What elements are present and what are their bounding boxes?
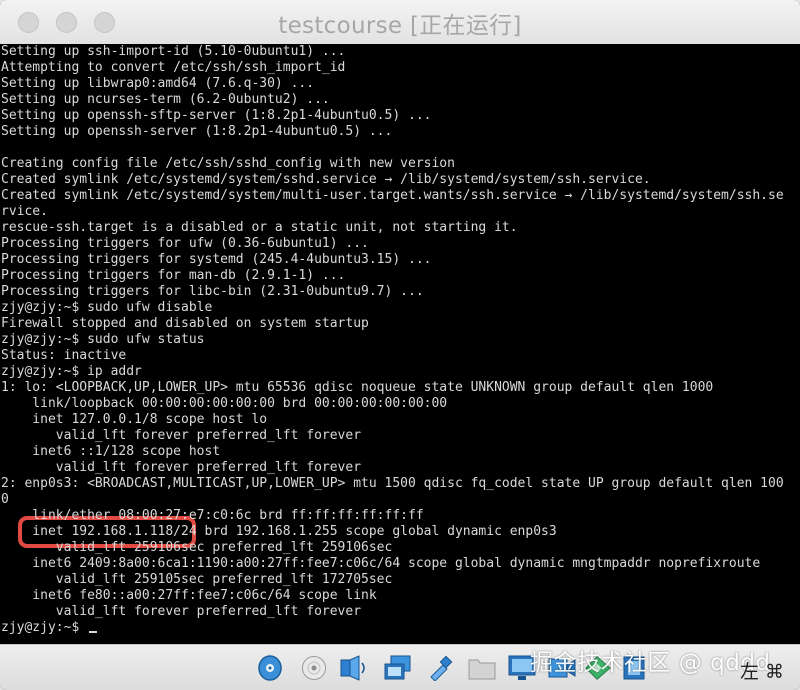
terminal-line: valid_lft forever preferred_lft forever: [1, 604, 362, 619]
terminal-line: Processing triggers for man-db (2.9.1-1)…: [1, 268, 346, 283]
hard-disk-icon[interactable]: [256, 654, 284, 682]
terminal-line: Processing triggers for libc-bin (2.31-0…: [1, 284, 424, 299]
shared-folders-icon[interactable]: [468, 654, 496, 682]
terminal-line: inet6 fe80::a00:27ff:fee7:c06c/64 scope …: [1, 588, 377, 603]
terminal-line: valid_lft 259105sec preferred_lft 172705…: [1, 572, 393, 587]
optical-drive-icon[interactable]: [300, 654, 328, 682]
terminal-line: valid_lft 259106sec preferred_lft 259106…: [1, 540, 393, 555]
terminal-line: Setting up openssh-server (1:8.2p1-4ubun…: [1, 124, 393, 139]
terminal-line: valid_lft forever preferred_lft forever: [1, 428, 362, 443]
terminal-line: zjy@zjy:~$ ip addr: [1, 364, 142, 379]
terminal-line: link/loopback 00:00:00:00:00:00 brd 00:0…: [1, 396, 448, 411]
terminal-line: inet 192.168.1.118/24 brd 192.168.1.255 …: [1, 524, 557, 539]
terminal-line: Created symlink /etc/systemd/system/sshd…: [1, 172, 651, 187]
window-title: testcourse [正在运行]: [278, 13, 522, 39]
terminal-line: 0: [1, 492, 9, 507]
terminal-line: rescue-ssh.target is a disabled or a sta…: [1, 220, 518, 235]
usb-icon[interactable]: [426, 654, 454, 682]
terminal-line: zjy@zjy:~$ sudo ufw status: [1, 332, 205, 347]
terminal-line: Processing triggers for systemd (245.4-4…: [1, 252, 432, 267]
terminal-line: Firewall stopped and disabled on system …: [1, 316, 369, 331]
terminal-line: Setting up ssh-import-id (5.10-0ubuntu1)…: [1, 44, 346, 59]
terminal-line: valid_lft forever preferred_lft forever: [1, 460, 362, 475]
status-bar: 掘金技术社区 @ qddd 左 ⌘: [0, 644, 800, 690]
network-icon[interactable]: [384, 654, 412, 682]
terminal-line: rvice.: [1, 204, 48, 219]
terminal-line: zjy@zjy:~$: [1, 620, 98, 636]
terminal-line: Created symlink /etc/systemd/system/mult…: [1, 188, 784, 203]
watermark-text: 掘金技术社区 @ qddd: [530, 650, 771, 676]
terminal-line: Processing triggers for ufw (0.36-6ubunt…: [1, 236, 369, 251]
terminal-line: Setting up libwrap0:amd64 (7.6.q-30) ...: [1, 76, 315, 91]
terminal-line: inet6 ::1/128 scope host: [1, 444, 221, 459]
terminal-line: 2: enp0s3: <BROADCAST,MULTICAST,UP,LOWER…: [1, 476, 784, 491]
terminal-cursor: [89, 631, 98, 633]
audio-icon[interactable]: [340, 654, 368, 682]
virtualbox-window: testcourse [正在运行] Setting up ssh-import-…: [0, 0, 800, 690]
terminal-line: Setting up openssh-sftp-server (1:8.2p1-…: [1, 108, 432, 123]
terminal-line: zjy@zjy:~$ sudo ufw disable: [1, 300, 213, 315]
terminal-line: Status: inactive: [1, 348, 127, 363]
terminal-line: Creating config file /etc/ssh/sshd_confi…: [1, 156, 455, 171]
terminal-line: inet6 2409:8a00:6ca1:1190:a00:27ff:fee7:…: [1, 556, 761, 571]
title-bar[interactable]: testcourse [正在运行]: [0, 0, 800, 45]
terminal-line: inet 127.0.0.1/8 scope host lo: [1, 412, 268, 427]
terminal-line: Attempting to convert /etc/ssh/ssh_impor…: [1, 60, 346, 75]
terminal-line: 1: lo: <LOOPBACK,UP,LOWER_UP> mtu 65536 …: [1, 380, 714, 395]
terminal-line: Setting up ncurses-term (6.2-0ubuntu2) .…: [1, 92, 330, 107]
terminal-line: link/ether 08:00:27:e7:c0:6c brd ff:ff:f…: [1, 508, 424, 523]
host-key-indicator: 左 ⌘: [740, 661, 785, 683]
terminal-screen[interactable]: Setting up ssh-import-id (5.10-0ubuntu1)…: [0, 44, 800, 644]
